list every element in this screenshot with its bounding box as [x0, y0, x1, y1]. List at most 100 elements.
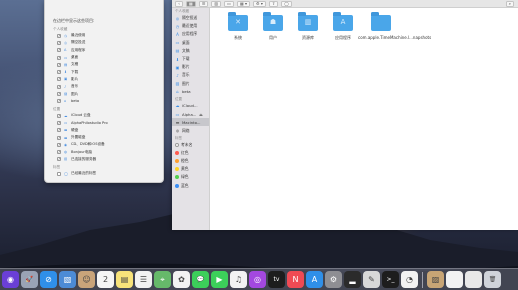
messages-icon[interactable]: 💬: [192, 271, 209, 288]
prefs-item[interactable]: ✓ ☁ iCloud 云盘: [57, 112, 157, 119]
file-item-users[interactable]: ☗ 用户: [253, 12, 293, 41]
checkbox[interactable]: ✓: [57, 77, 61, 82]
prefs-item[interactable]: ✓ ◍ Bonjour电脑: [57, 148, 157, 155]
preview-icon[interactable]: ▨: [427, 271, 444, 288]
sidebar-item-downloads[interactable]: ⬇ 下载: [172, 55, 209, 63]
checkbox[interactable]: ✓: [57, 113, 61, 118]
window-1-icon[interactable]: [446, 271, 463, 288]
launchpad-icon[interactable]: 🚀: [21, 271, 38, 288]
file-item-system[interactable]: ✕ 系统: [218, 12, 258, 41]
sidebar-item-icloud[interactable]: ☁ iCloud...: [172, 102, 209, 110]
checkbox[interactable]: ✓: [57, 128, 61, 133]
podcasts-icon[interactable]: ◎: [249, 271, 266, 288]
sidebar-item-applications[interactable]: A 应用程序: [172, 30, 209, 38]
checkbox[interactable]: ✓: [57, 92, 61, 97]
prefs-item[interactable]: ✓ ▭ 桌面: [57, 54, 157, 61]
siri-icon[interactable]: ◉: [2, 271, 19, 288]
app-store-icon[interactable]: A: [306, 271, 323, 288]
sidebar-item-music[interactable]: ♪ 音乐: [172, 71, 209, 79]
chrome-icon[interactable]: ◔: [401, 271, 418, 288]
sidebar-item-alpha[interactable]: ▭ Alpha... ⏏: [172, 110, 209, 118]
checkbox[interactable]: [57, 171, 61, 176]
prefs-item[interactable]: ✓ A 应用程序: [57, 47, 157, 54]
back-button[interactable]: ‹: [175, 0, 183, 7]
prefs-item[interactable]: ◯ 已经最近的标签: [57, 170, 157, 177]
file-item-timemachine[interactable]: com.apple.TimeMachine.l...napshots: [358, 12, 431, 41]
sidebar-item-home[interactable]: ⌂ beta: [172, 88, 209, 96]
news-icon[interactable]: N: [287, 271, 304, 288]
sidebar-item-macintosh-hd[interactable]: ▬ Macinto...: [172, 118, 209, 127]
sidebar-item-desktop[interactable]: ▭ 桌面: [172, 39, 209, 47]
checkbox[interactable]: ✓: [57, 142, 61, 147]
checkbox[interactable]: ✓: [57, 40, 61, 45]
facetime-icon[interactable]: ▶: [211, 271, 228, 288]
file-item-library[interactable]: ▥ 资源库: [288, 12, 328, 41]
share-button[interactable]: ⇪: [268, 0, 279, 7]
prefs-item[interactable]: ✓ ♪ 音乐: [57, 83, 157, 90]
sidebar-tag-item[interactable]: 蓝色: [172, 182, 209, 190]
column-view-button[interactable]: ▥: [211, 0, 222, 7]
prefs-item[interactable]: ✓ ▬ 外置磁盘: [57, 134, 157, 141]
sidebar-item-recents[interactable]: ◷ 最近使用: [172, 22, 209, 30]
prefs-item[interactable]: ✓ ▥ 已连接的服务器: [57, 156, 157, 163]
reminders-icon[interactable]: ☰: [135, 271, 152, 288]
system-preferences-icon[interactable]: ⚙: [325, 271, 342, 288]
maps-icon[interactable]: ⌖: [154, 271, 171, 288]
prefs-item[interactable]: ✓ ▣ 影片: [57, 76, 157, 83]
sidebar-tag-item[interactable]: 考未名: [172, 141, 209, 149]
checkbox[interactable]: ✓: [57, 157, 61, 162]
window-2-icon[interactable]: [465, 271, 482, 288]
prefs-item[interactable]: ✓ ◷ 最近使用: [57, 32, 157, 39]
tag-button[interactable]: ◯: [281, 0, 292, 7]
trash-icon[interactable]: 🗑: [484, 271, 501, 288]
file-label: 系统: [234, 35, 242, 40]
prefs-item[interactable]: ✓ ▤ 文稿: [57, 61, 157, 68]
photo-browser-icon[interactable]: ▧: [59, 271, 76, 288]
checkbox[interactable]: ✓: [57, 33, 61, 38]
prefs-item[interactable]: ✓ ⌂ beta: [57, 98, 157, 105]
sidebar-item-pictures[interactable]: ▨ 图片: [172, 80, 209, 88]
itunes-icon[interactable]: ♫: [230, 271, 247, 288]
checkbox[interactable]: ✓: [57, 62, 61, 67]
file-item-applications[interactable]: A 应用程序: [323, 12, 363, 41]
action-button[interactable]: ⚙ ▾: [253, 0, 266, 7]
activity-monitor-icon[interactable]: ▂: [344, 271, 361, 288]
contacts-icon[interactable]: ☺: [78, 271, 95, 288]
prefs-item[interactable]: ✓ ▬ 硬盘: [57, 127, 157, 134]
script-editor-icon[interactable]: ✎: [363, 271, 380, 288]
safari-icon[interactable]: ⊘: [40, 271, 57, 288]
group-button[interactable]: ▦ ▾: [236, 0, 250, 7]
network-icon: ◍: [175, 128, 180, 134]
sidebar-tag-item[interactable]: 绿色: [172, 173, 209, 181]
icon-view-button[interactable]: ▦: [186, 0, 196, 7]
checkbox[interactable]: ✓: [57, 48, 61, 53]
checkbox[interactable]: ✓: [57, 70, 61, 75]
checkbox[interactable]: ✓: [57, 84, 61, 89]
checkbox[interactable]: ✓: [57, 135, 61, 140]
list-view-button[interactable]: ☰: [198, 0, 209, 7]
terminal-icon[interactable]: >_: [382, 271, 399, 288]
prefs-item[interactable]: ✓ ▨ 图片: [57, 90, 157, 97]
eject-icon[interactable]: ⏏: [198, 112, 203, 117]
sidebar-tag-item[interactable]: 黄色: [172, 165, 209, 173]
sidebar-item-documents[interactable]: ▤ 文稿: [172, 47, 209, 55]
sidebar-tag-item[interactable]: 橙色: [172, 157, 209, 165]
tv-icon[interactable]: tv: [268, 271, 285, 288]
calendar-icon[interactable]: 2: [97, 271, 114, 288]
sidebar-item-movies[interactable]: ▣ 影片: [172, 63, 209, 71]
prefs-item[interactable]: ✓ ⬇ 下载: [57, 68, 157, 75]
photos-icon[interactable]: ✿: [173, 271, 190, 288]
prefs-item[interactable]: ✓ ◎ 隔空投送: [57, 39, 157, 46]
sidebar-item-airdrop[interactable]: ◎ 隔空投送: [172, 14, 209, 22]
sidebar-tag-item[interactable]: 红色: [172, 149, 209, 157]
notes-icon[interactable]: ▤: [116, 271, 133, 288]
checkbox[interactable]: ✓: [57, 55, 61, 60]
checkbox[interactable]: ✓: [57, 120, 61, 125]
checkbox[interactable]: ✓: [57, 150, 61, 155]
gallery-view-button[interactable]: ▭: [224, 0, 234, 7]
checkbox[interactable]: ✓: [57, 99, 61, 104]
prefs-item[interactable]: ✓ ▭ AlphaPhilostudio Pro: [57, 119, 157, 126]
prefs-item[interactable]: ✓ ◉ CD、DVD和iOS设备: [57, 141, 157, 148]
sidebar-item-network[interactable]: ◍ 网络: [172, 126, 209, 134]
search-icon[interactable]: ⌕: [505, 0, 514, 7]
